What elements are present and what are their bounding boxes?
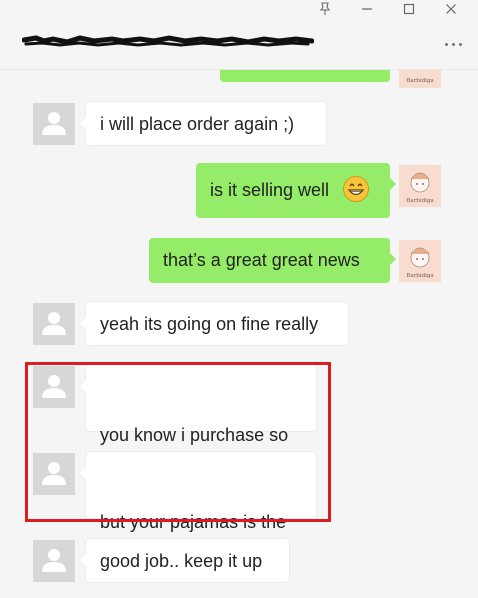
highlighted-messages-box [25, 362, 331, 522]
svg-text:Barbidiga: Barbidiga [406, 273, 434, 279]
message-text: is it selling well [210, 180, 330, 200]
maximize-icon[interactable] [388, 0, 430, 18]
message-bubble-out: that’s a great great news [149, 238, 396, 283]
message-text: good job.. keep it up [100, 551, 263, 571]
contact-avatar[interactable] [33, 540, 75, 582]
my-avatar[interactable]: Barbidiga [399, 240, 441, 282]
message-bubble-out: is it selling well [196, 163, 396, 218]
message-bubble-out [220, 70, 390, 82]
message-text: yeah its going on fine really [100, 314, 319, 334]
my-avatar[interactable]: Barbidiga [399, 165, 441, 207]
window-controls [304, 0, 472, 18]
contact-avatar[interactable] [33, 103, 75, 145]
minimize-icon[interactable] [346, 0, 388, 18]
message-bubble-in: yeah its going on fine really [80, 301, 349, 346]
grinning-face-icon [342, 175, 370, 203]
close-icon[interactable] [430, 0, 472, 18]
svg-text:Barbidiga: Barbidiga [406, 78, 434, 84]
contact-avatar[interactable] [33, 303, 75, 345]
svg-text:Barbidiga: Barbidiga [406, 198, 434, 204]
pin-icon[interactable] [304, 0, 346, 18]
message-text: that’s a great great news [163, 250, 360, 270]
message-bubble-in: good job.. keep it up [80, 538, 290, 583]
chat-header [0, 0, 478, 70]
more-options-icon[interactable] [440, 36, 466, 52]
redacted-contact-name [21, 34, 315, 47]
message-text: i will place order again ;) [100, 114, 295, 134]
message-bubble-in: i will place order again ;) [80, 101, 327, 146]
my-avatar[interactable]: Barbidiga [399, 70, 441, 88]
